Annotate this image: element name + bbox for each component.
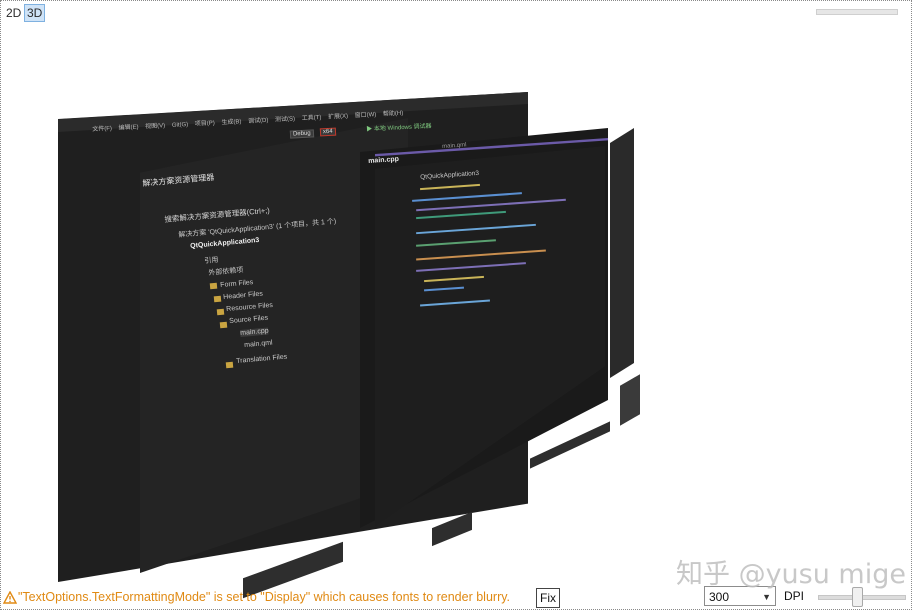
mode-3d-button[interactable]: 3D <box>24 4 46 22</box>
dpi-value: 300 <box>709 590 730 604</box>
menu-help[interactable]: 帮助(H) <box>383 111 404 118</box>
zoom-slider[interactable] <box>816 9 898 15</box>
menu-edit[interactable]: 编辑(E) <box>118 125 138 132</box>
menu-view[interactable]: 视图(V) <box>145 123 165 130</box>
code-text-area[interactable] <box>410 170 590 340</box>
warning-icon <box>3 591 17 604</box>
tree-item-references[interactable]: 引用 <box>204 255 219 266</box>
menu-git[interactable]: Git(G) <box>172 122 189 129</box>
menu-build[interactable]: 生成(B) <box>221 119 241 126</box>
menu-debug[interactable]: 调试(D) <box>248 118 269 125</box>
menu-test[interactable]: 测试(S) <box>275 116 295 123</box>
folder-icon <box>209 282 218 290</box>
folder-icon <box>216 308 225 316</box>
menu-project[interactable]: 项目(P) <box>195 121 215 128</box>
config-dropdown[interactable]: Debug <box>289 129 314 139</box>
platform-dropdown[interactable]: x64 <box>319 127 336 137</box>
folder-icon <box>213 295 222 303</box>
menu-file[interactable]: 文件(F) <box>92 126 112 133</box>
folder-icon <box>219 321 228 329</box>
dpi-label: DPI <box>784 589 805 603</box>
menu-tools[interactable]: 工具(T) <box>302 115 322 122</box>
mode-2d-button[interactable]: 2D <box>3 4 24 22</box>
folder-icon <box>225 361 234 369</box>
scrollbar-layer <box>610 128 634 378</box>
watermark: 知乎 @yusu mige <box>676 559 906 590</box>
menu-window[interactable]: 窗口(W) <box>355 112 377 119</box>
warning-message: "TextOptions.TextFormattingMode" is set … <box>18 590 511 604</box>
menu-extensions[interactable]: 扩展(X) <box>328 114 348 121</box>
fix-button[interactable]: Fix <box>536 588 560 608</box>
